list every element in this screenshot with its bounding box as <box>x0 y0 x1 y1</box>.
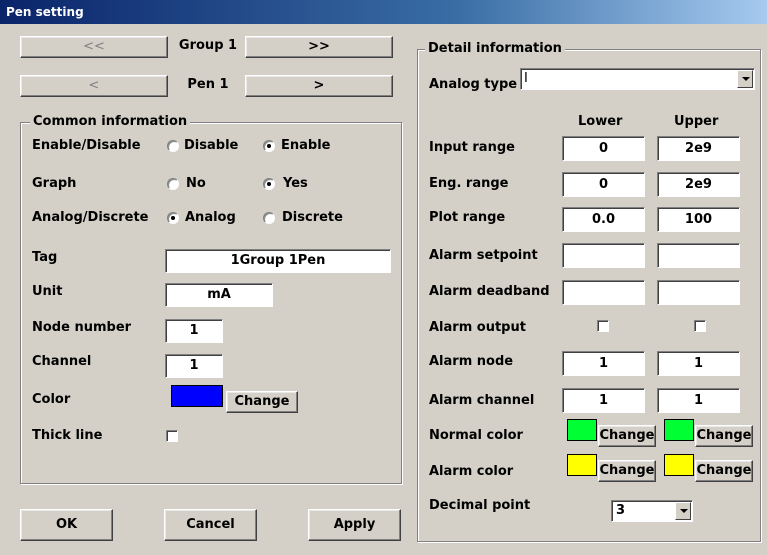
normal-color-upper-swatch <box>664 419 694 441</box>
enable-option-label: Enable <box>281 138 331 153</box>
input-range-label: Input range <box>429 140 515 155</box>
prev-group-button[interactable]: << <box>20 36 168 58</box>
common-information-legend: Common information <box>30 114 191 129</box>
pen-color-change-button[interactable]: Change <box>226 391 298 413</box>
channel-label: Channel <box>32 354 92 369</box>
alarm-node-upper-input[interactable]: 1 <box>657 351 740 376</box>
plot-range-lower-input[interactable]: 0.0 <box>562 207 645 232</box>
color-label: Color <box>32 392 71 407</box>
alarm-channel-lower-input[interactable]: 1 <box>562 388 645 413</box>
normal-color-lower-change-button[interactable]: Change <box>598 425 656 447</box>
pen-label: Pen 1 <box>187 77 229 92</box>
discrete-option-label: Discrete <box>282 210 343 225</box>
eng-range-label: Eng. range <box>429 176 509 191</box>
next-pen-button[interactable]: > <box>245 75 393 97</box>
alarm-color-lower-change-button[interactable]: Change <box>598 460 656 482</box>
detail-information-legend: Detail information <box>425 41 565 56</box>
enable-disable-label: Enable/Disable <box>32 138 141 153</box>
analog-radio[interactable] <box>167 212 179 224</box>
enable-radio[interactable] <box>263 140 275 152</box>
graph-yes-label: Yes <box>283 176 308 191</box>
alarm-color-upper-swatch <box>664 454 694 476</box>
plot-range-upper-input[interactable]: 100 <box>657 207 740 232</box>
group-label: Group 1 <box>178 38 238 53</box>
analog-type-dropdown-icon[interactable] <box>737 70 753 88</box>
graph-yes-radio[interactable] <box>263 178 275 190</box>
tag-input[interactable]: 1Group 1Pen <box>165 249 391 273</box>
alarm-setpoint-label: Alarm setpoint <box>429 248 538 263</box>
lower-header: Lower <box>578 114 623 129</box>
window-title: Pen setting <box>0 0 767 24</box>
normal-color-label: Normal color <box>429 428 523 443</box>
alarm-setpoint-upper-input[interactable] <box>657 243 740 268</box>
tag-label: Tag <box>32 250 58 265</box>
normal-color-lower-swatch <box>567 419 597 441</box>
upper-header: Upper <box>674 114 719 129</box>
graph-no-label: No <box>186 176 206 191</box>
input-range-lower-input[interactable]: 0 <box>562 136 645 161</box>
eng-range-lower-input[interactable]: 0 <box>562 172 645 197</box>
alarm-output-upper-checkbox[interactable] <box>694 320 706 332</box>
thick-line-checkbox[interactable] <box>166 430 178 442</box>
unit-label: Unit <box>32 284 63 299</box>
ok-button[interactable]: OK <box>20 509 113 541</box>
alarm-node-label: Alarm node <box>429 354 514 369</box>
channel-input[interactable]: 1 <box>165 354 223 378</box>
alarm-deadband-upper-input[interactable] <box>657 280 740 305</box>
alarm-channel-label: Alarm channel <box>429 393 535 408</box>
decimal-point-dropdown-icon[interactable] <box>675 502 691 520</box>
alarm-deadband-label: Alarm deadband <box>429 284 550 299</box>
input-range-upper-input[interactable]: 2e9 <box>657 136 740 161</box>
thick-line-label: Thick line <box>32 428 103 443</box>
node-number-input[interactable]: 1 <box>165 319 223 343</box>
discrete-radio[interactable] <box>263 212 275 224</box>
alarm-output-lower-checkbox[interactable] <box>597 320 609 332</box>
pen-color-swatch <box>171 385 223 407</box>
prev-pen-button[interactable]: < <box>20 75 168 97</box>
alarm-deadband-lower-input[interactable] <box>562 280 645 305</box>
analog-discrete-label: Analog/Discrete <box>32 210 149 225</box>
alarm-output-label: Alarm output <box>429 320 526 335</box>
decimal-point-label: Decimal point <box>429 498 531 513</box>
alarm-color-label: Alarm color <box>429 464 514 479</box>
alarm-channel-upper-input[interactable]: 1 <box>657 388 740 413</box>
node-number-label: Node number <box>32 320 132 335</box>
graph-label: Graph <box>32 176 77 191</box>
analog-option-label: Analog <box>185 210 236 225</box>
normal-color-upper-change-button[interactable]: Change <box>695 425 753 447</box>
analog-type-label: Analog type <box>429 77 518 92</box>
eng-range-upper-input[interactable]: 2e9 <box>657 172 740 197</box>
plot-range-label: Plot range <box>429 210 506 225</box>
analog-type-select[interactable]: I <box>520 68 755 90</box>
alarm-color-lower-swatch <box>567 454 597 476</box>
cancel-button[interactable]: Cancel <box>164 509 257 541</box>
alarm-node-lower-input[interactable]: 1 <box>562 351 645 376</box>
unit-input[interactable]: mA <box>165 283 273 307</box>
graph-no-radio[interactable] <box>167 178 179 190</box>
disable-option-label: Disable <box>184 138 239 153</box>
disable-radio[interactable] <box>167 140 179 152</box>
alarm-color-upper-change-button[interactable]: Change <box>695 460 753 482</box>
alarm-setpoint-lower-input[interactable] <box>562 243 645 268</box>
apply-button[interactable]: Apply <box>308 509 401 541</box>
next-group-button[interactable]: >> <box>245 36 393 58</box>
